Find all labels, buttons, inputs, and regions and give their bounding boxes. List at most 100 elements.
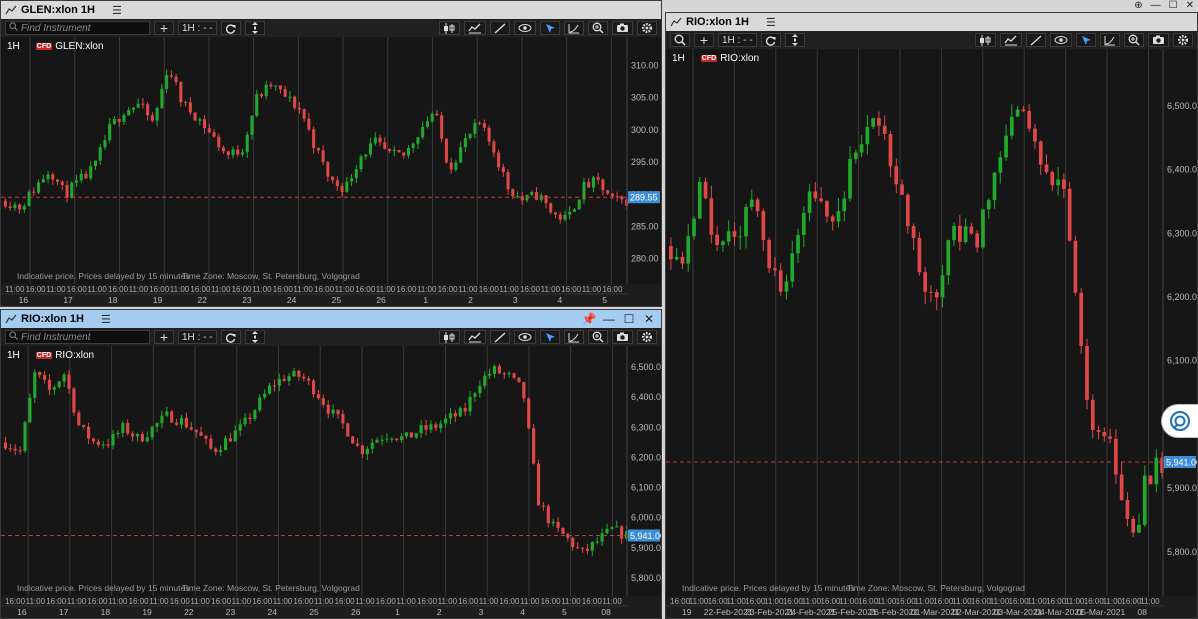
- indicators-button[interactable]: [464, 21, 486, 35]
- add-instrument-button[interactable]: +: [154, 21, 174, 35]
- price-chart[interactable]: 6,500.00 6,400.00 6,300.00 6,200.00 6,100.00…: [666, 49, 1197, 618]
- draw-line-button[interactable]: [490, 330, 510, 344]
- disclaimer-text: Indicative price. Prices delayed by 15 m…: [17, 271, 189, 281]
- draw-line-button[interactable]: [490, 21, 510, 35]
- maximize-icon[interactable]: ☐: [619, 310, 639, 328]
- minimize-icon[interactable]: —: [1151, 0, 1161, 12]
- curve-icon: [1104, 35, 1115, 45]
- candle-body: [207, 128, 211, 133]
- candles-button[interactable]: [439, 21, 460, 35]
- gear-button[interactable]: [637, 330, 657, 344]
- camera-button[interactable]: [1148, 33, 1169, 47]
- candle-body: [556, 521, 560, 528]
- minimize-icon[interactable]: —: [599, 310, 619, 328]
- draw-line-icon: [494, 331, 506, 343]
- candle-body: [497, 152, 501, 168]
- hamburger-menu-icon[interactable]: ☰: [98, 313, 114, 326]
- candle-body: [184, 102, 188, 104]
- date-tick-label: 3: [513, 295, 518, 305]
- link-button[interactable]: [244, 330, 265, 344]
- camera-button[interactable]: [612, 330, 633, 344]
- cursor-button[interactable]: [540, 330, 560, 344]
- maximize-icon[interactable]: ☐: [1169, 0, 1178, 12]
- interval-dropdown[interactable]: 1H : - -: [718, 33, 757, 47]
- link-button[interactable]: [244, 21, 265, 35]
- candles-button[interactable]: [975, 33, 996, 47]
- candle-body: [175, 422, 179, 425]
- search-input[interactable]: Find Instrument: [5, 21, 150, 35]
- zoom-button[interactable]: [1124, 33, 1144, 47]
- gear-button[interactable]: [1173, 33, 1193, 47]
- curve-button[interactable]: [564, 330, 584, 344]
- camera-button[interactable]: [612, 21, 633, 35]
- search-input[interactable]: Find Instrument: [5, 330, 150, 344]
- candle-body: [458, 408, 462, 417]
- chart-area[interactable]: 6,500.00 6,400.00 6,300.00 6,200.00 6,100.00…: [666, 49, 1197, 618]
- indicators-button[interactable]: [464, 330, 486, 344]
- time-tick-label: 11:00: [438, 597, 458, 606]
- candle-body: [969, 226, 974, 234]
- time-tick-label: 11:00: [458, 285, 478, 294]
- candles-button[interactable]: [439, 330, 460, 344]
- candle-body: [174, 76, 178, 83]
- draw-line-icon: [1030, 34, 1042, 46]
- refresh-button[interactable]: [220, 330, 241, 344]
- time-tick-label: 11:00: [5, 285, 25, 294]
- time-tick-label: 16:00: [170, 597, 191, 606]
- indicators-button[interactable]: [1000, 33, 1022, 47]
- date-tick-label: 25: [309, 607, 319, 617]
- add-instrument-button[interactable]: +: [694, 33, 714, 47]
- eye-button[interactable]: [514, 21, 536, 35]
- close-icon[interactable]: ✕: [639, 310, 659, 328]
- window-titlebar[interactable]: RIO:xlon 1H ☰ 📌 — ☐ ✕: [1, 310, 661, 328]
- cursor-button[interactable]: [1076, 33, 1096, 47]
- curve-button[interactable]: [564, 21, 584, 35]
- hamburger-menu-icon[interactable]: ☰: [763, 16, 779, 29]
- gear-button[interactable]: [637, 21, 657, 35]
- chart-area[interactable]: 310.00305.00300.00295.00290.00285.00280.…: [1, 37, 661, 306]
- refresh-button[interactable]: [760, 33, 781, 47]
- close-icon[interactable]: ✕: [1186, 0, 1194, 12]
- eye-button[interactable]: [514, 330, 536, 344]
- date-tick-label: 26: [351, 607, 361, 617]
- pin-icon[interactable]: 📌: [579, 310, 599, 328]
- interval-dropdown[interactable]: 1H : - -: [178, 330, 217, 344]
- price-chart[interactable]: 310.00305.00300.00295.00290.00285.00280.…: [1, 37, 661, 306]
- draw-line-button[interactable]: [1026, 33, 1046, 47]
- candles-icon: [980, 34, 991, 46]
- candle-body: [468, 133, 472, 139]
- cursor-button[interactable]: [540, 21, 560, 35]
- add-instrument-button[interactable]: +: [154, 330, 174, 344]
- window-titlebar[interactable]: GLEN:xlon 1H ☰: [1, 1, 661, 19]
- indicators-icon: [1004, 35, 1017, 45]
- refresh-button[interactable]: [220, 21, 241, 35]
- candle-body: [424, 424, 428, 430]
- curve-button[interactable]: [1100, 33, 1120, 47]
- candle-body: [440, 115, 444, 139]
- candle-body: [111, 433, 115, 446]
- zoom-button[interactable]: [588, 330, 608, 344]
- window-titlebar[interactable]: RIO:xlon 1H ☰: [666, 13, 1197, 31]
- candle-body: [385, 438, 389, 440]
- candle-body: [732, 231, 737, 237]
- eye-button[interactable]: [1050, 33, 1072, 47]
- time-tick-label: 11:00: [726, 597, 746, 606]
- hamburger-menu-icon[interactable]: ☰: [109, 4, 125, 17]
- timezone-text: Time Zone: Moscow, St. Petersburg, Volgo…: [182, 583, 360, 593]
- chart-area[interactable]: 6,500.00 6,400.00 6,300.00 6,200.00 6,100.00…: [1, 346, 661, 618]
- pin-icon[interactable]: ⊕: [1134, 0, 1142, 12]
- search-button[interactable]: [670, 33, 690, 47]
- price-tick-label: 280.00: [631, 254, 659, 264]
- interval-dropdown[interactable]: 1H : - -: [178, 21, 217, 35]
- candle-body: [359, 156, 363, 170]
- candle-body: [28, 397, 32, 423]
- link-button[interactable]: [784, 33, 805, 47]
- support-chat-tab[interactable]: [1161, 404, 1198, 438]
- candle-body: [744, 206, 748, 237]
- candle-body: [1056, 179, 1060, 186]
- zoom-button[interactable]: [588, 21, 608, 35]
- price-chart[interactable]: 6,500.00 6,400.00 6,300.00 6,200.00 6,100.00…: [1, 346, 661, 618]
- candle-body: [74, 180, 79, 183]
- candle-body: [18, 450, 22, 452]
- candle-body: [923, 272, 928, 292]
